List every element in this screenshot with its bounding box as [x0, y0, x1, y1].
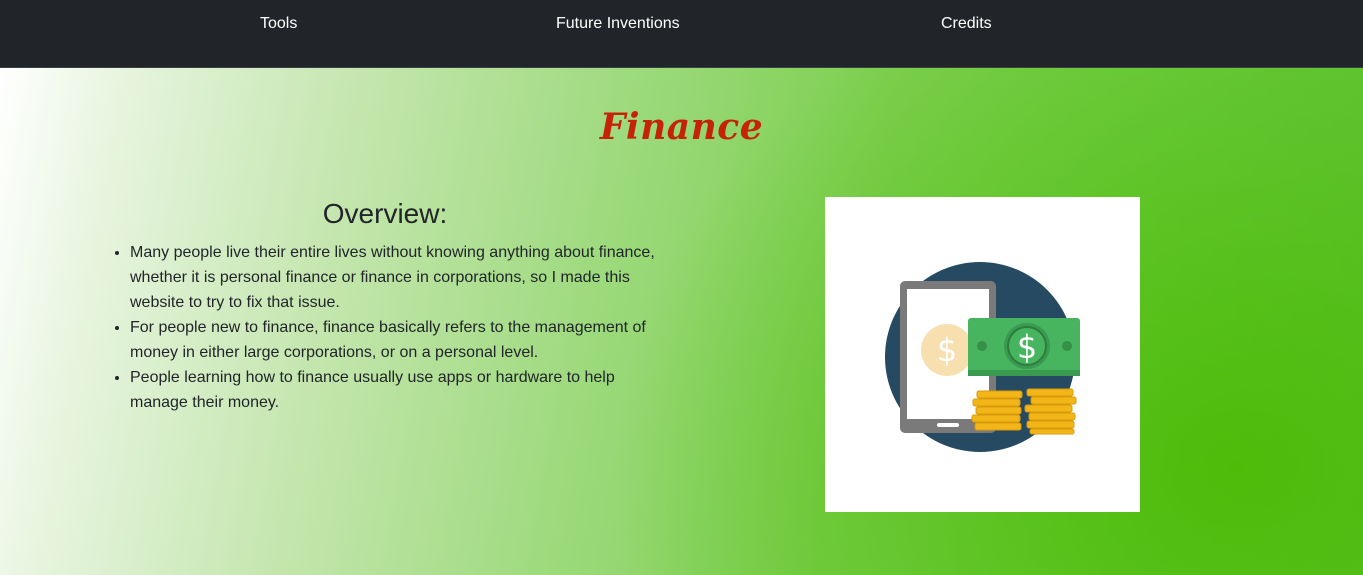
overview-bullet-1: Many people live their entire lives with… — [130, 240, 675, 315]
svg-text:$: $ — [1017, 328, 1037, 366]
nav-link-credits[interactable]: Credits — [941, 14, 992, 34]
page-title: Finance — [599, 106, 764, 148]
overview-bullet-2: For people new to finance, finance basic… — [130, 315, 675, 365]
nav-link-tools[interactable]: Tools — [260, 14, 297, 34]
top-navbar: Tools Future Inventions Credits — [0, 0, 1363, 68]
finance-illustration: $ $ — [825, 197, 1140, 512]
overview-list: Many people live their entire lives with… — [95, 240, 675, 415]
nav-link-future-inventions[interactable]: Future Inventions — [556, 14, 680, 34]
overview-section: Overview: Many people live their entire … — [95, 196, 675, 415]
overview-heading: Overview: — [322, 198, 448, 229]
main-content: Finance Overview: Many people live their… — [0, 68, 1363, 575]
overview-bullet-3: People learning how to finance usually u… — [130, 365, 675, 415]
svg-text:$: $ — [937, 331, 957, 369]
finance-money-phone-icon: $ $ — [885, 262, 1080, 452]
